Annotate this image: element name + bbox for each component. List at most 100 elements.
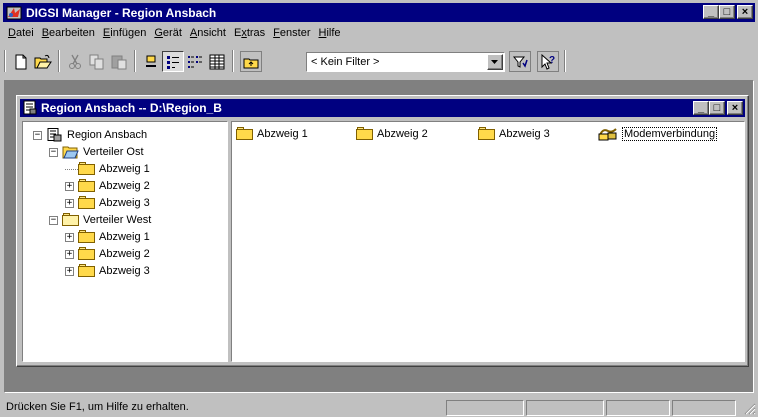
child-titlebar[interactable]: Region Ansbach -- D:\Region_B _ □ × [20,99,745,117]
digsi-manager-window: DIGSI Manager - Region Ansbach _ □ × Dat… [0,0,758,417]
tree-item-label: Verteiler Ost [83,146,144,158]
digsi-app-icon[interactable] [6,5,22,21]
new-button[interactable] [10,51,32,72]
tree-item-abzweig-2[interactable]: + Abzweig 2 [65,178,150,194]
folder-icon [78,162,95,176]
expand-icon[interactable]: + [65,232,74,242]
project-icon[interactable] [22,100,38,116]
list-item-modemverbindung[interactable]: Modemverbindung [598,126,718,142]
menu-ansicht[interactable]: Ansicht [186,25,230,42]
small-icons-icon [167,55,179,69]
tree-item-abzweig-1[interactable]: Abzweig 1 [65,161,150,177]
expand-icon[interactable]: + [65,249,74,259]
new-icon [15,54,27,69]
close-icon: × [741,5,749,18]
maximize-button[interactable]: □ [719,5,735,19]
tree-item-label: Abzweig 3 [99,197,150,209]
tree-item-label: Region Ansbach [67,129,148,141]
context-help-button[interactable]: ? [537,51,559,72]
folder-open-icon [62,213,79,227]
menu-einfügen[interactable]: Einfügen [99,25,150,42]
child-close-button[interactable]: × [727,101,743,115]
tree-item-abzweig-3[interactable]: + Abzweig 3 [65,263,150,279]
toolbar-separator [134,50,136,72]
large-icons-button[interactable] [140,51,162,72]
list-item-abzweig-3[interactable]: Abzweig 3 [478,126,550,142]
open-icon [34,54,52,68]
tree-item-label: Abzweig 1 [99,231,150,243]
menu-datei[interactable]: Datei [4,25,38,42]
filter-dropdown-button[interactable] [487,54,503,70]
status-panel [672,400,736,416]
maximize-icon: □ [723,5,731,18]
filter-select-value: < Kein Filter > [311,56,380,68]
tree-item-abzweig-2[interactable]: + Abzweig 2 [65,246,150,262]
toolbar-grip [4,50,6,72]
up-level-icon [243,58,259,68]
menu-gerät[interactable]: Gerät [150,25,186,42]
details-view-button[interactable] [206,51,228,72]
tree-item-region-ansbach[interactable]: − Region Ansbach [33,127,147,143]
folder-icon [78,196,95,210]
toolbar: < Kein Filter > ? [4,46,754,74]
cut-button[interactable] [64,51,86,72]
folder-icon [356,127,373,141]
status-bar: Drücken Sie F1, um Hilfe zu erhalten. [0,397,758,417]
small-icons-button[interactable] [162,51,184,72]
toolbar-separator [232,50,234,72]
minimize-button[interactable]: _ [703,5,719,19]
close-button[interactable]: × [737,5,753,19]
app-title: DIGSI Manager - Region Ansbach [26,5,217,20]
paste-button[interactable] [108,51,130,72]
filter-icon [512,56,528,68]
folder-icon [78,230,95,244]
copy-button[interactable] [86,51,108,72]
app-titlebar[interactable]: DIGSI Manager - Region Ansbach _ □ × [3,3,755,22]
list-item-label: Abzweig 2 [377,128,428,140]
list-view-icon [188,55,202,68]
minimize-icon: _ [697,101,705,114]
tree-item-verteiler-west[interactable]: − Verteiler West [49,212,151,228]
folder-icon [236,127,253,141]
list-item-abzweig-2[interactable]: Abzweig 2 [356,126,428,142]
open-button[interactable] [32,51,54,72]
tree-item-abzweig-1[interactable]: + Abzweig 1 [65,229,150,245]
child-maximize-button[interactable]: □ [709,101,725,115]
project-tree[interactable]: − Region Ansbach − Verteiler Ost Abzweig 1 + A… [22,121,228,362]
child-window-title: Region Ansbach -- D:\Region_B [41,101,222,115]
collapse-icon[interactable]: − [49,215,58,225]
list-item-abzweig-1[interactable]: Abzweig 1 [236,126,308,142]
menu-extras[interactable]: Extras [230,25,269,42]
menu-bearbeiten[interactable]: Bearbeiten [38,25,99,42]
menu-hilfe[interactable]: Hilfe [314,25,344,42]
child-minimize-button[interactable]: _ [693,101,709,115]
filter-button[interactable] [509,51,531,72]
filter-select[interactable]: < Kein Filter > [306,52,505,72]
cut-icon [69,54,81,69]
expand-icon[interactable]: + [65,181,74,191]
expand-icon[interactable]: + [65,266,74,276]
folder-open-icon [62,145,79,159]
status-panel [446,400,524,416]
project-icon [46,128,63,142]
object-list[interactable]: Abzweig 1 Abzweig 2 Abzweig 3 Modemverbindu… [231,121,745,362]
large-icons-icon [146,55,156,67]
tree-item-label: Abzweig 2 [99,248,150,260]
resize-grip-icon[interactable] [744,403,756,415]
list-item-label: Abzweig 3 [499,128,550,140]
status-panel [606,400,670,416]
up-level-button[interactable] [240,51,262,72]
collapse-icon[interactable]: − [33,130,42,140]
tree-connector [65,168,78,170]
tree-item-abzweig-3[interactable]: + Abzweig 3 [65,195,150,211]
tree-item-verteiler-ost[interactable]: − Verteiler Ost [49,144,144,160]
list-item-label: Abzweig 1 [257,128,308,140]
expand-icon[interactable]: + [65,198,74,208]
collapse-icon[interactable]: − [49,147,58,157]
details-view-icon [209,54,225,69]
menu-fenster[interactable]: Fenster [269,25,314,42]
folder-icon [78,247,95,261]
list-view-button[interactable] [184,51,206,72]
folder-icon [78,264,95,278]
status-text: Drücken Sie F1, um Hilfe zu erhalten. [6,401,189,413]
